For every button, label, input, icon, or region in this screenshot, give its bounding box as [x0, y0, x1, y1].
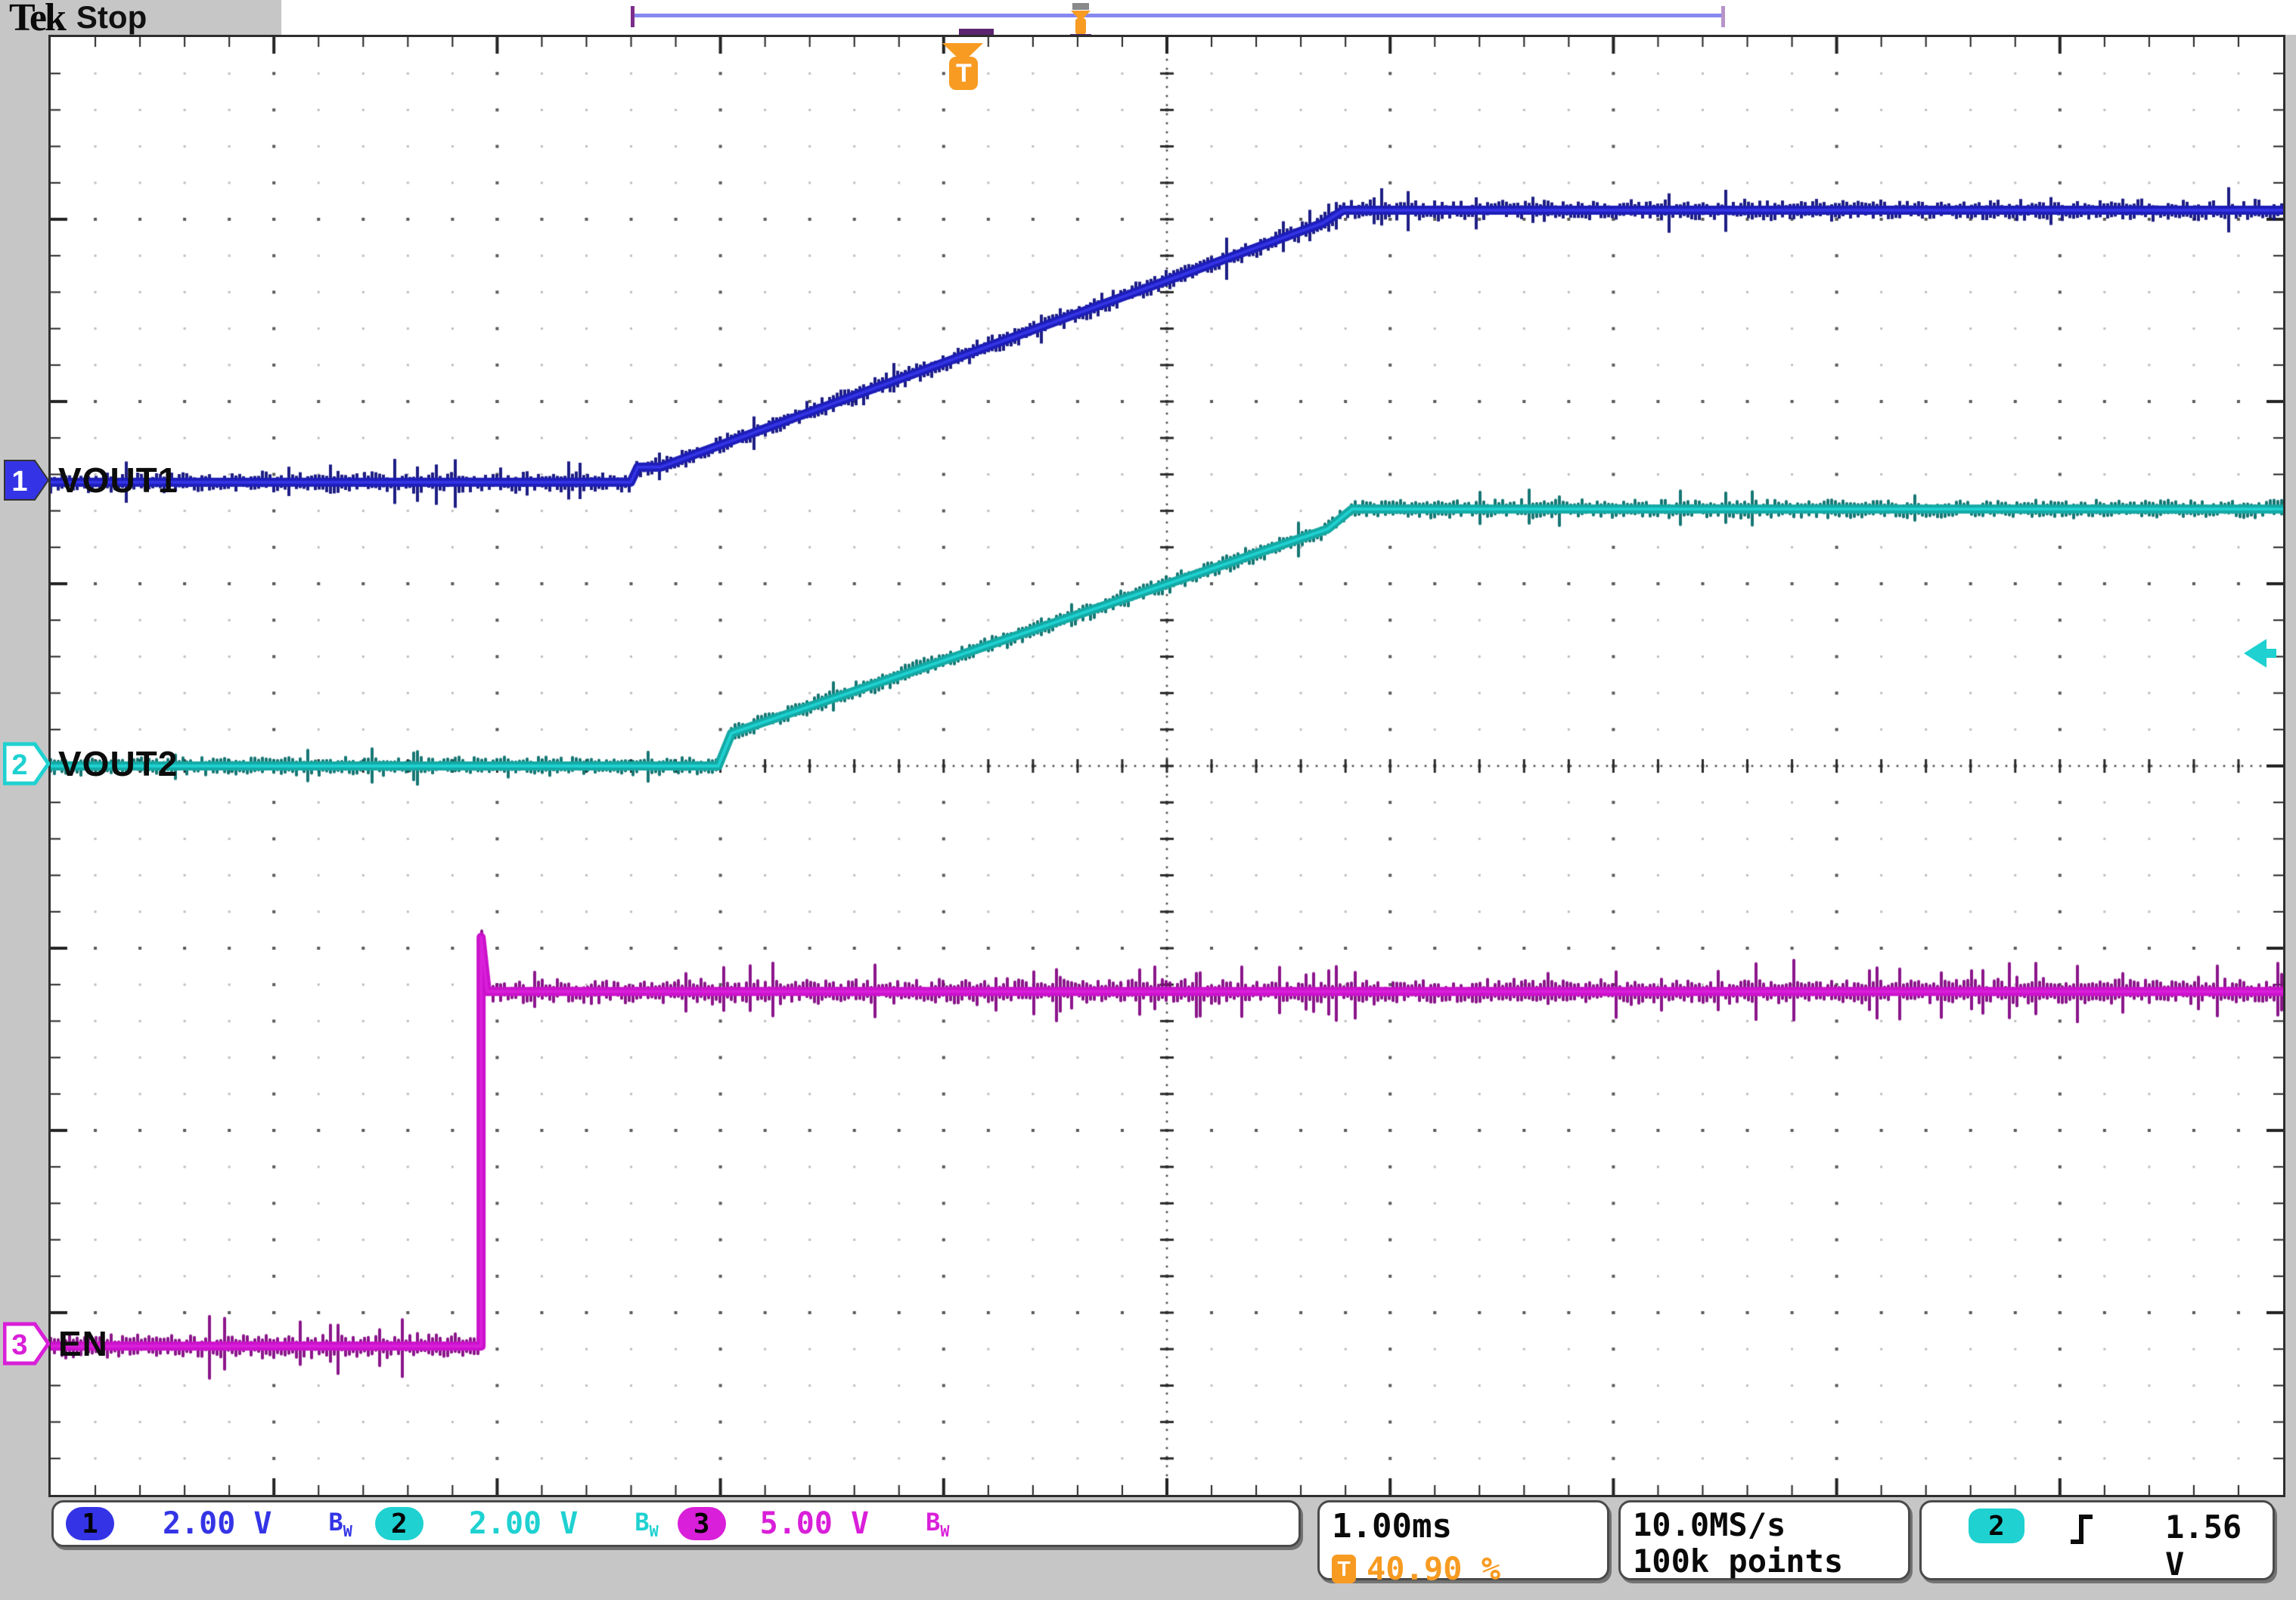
channel1-badge: 1 — [66, 1507, 114, 1540]
timebase-readout: 1.00ms T 40.90 % — [1317, 1500, 1609, 1580]
oscilloscope-screen: Tek Stop T VOUT1 VOUT2 EN 1 2 3 1 — [0, 0, 2296, 1600]
channel1-position-marker[interactable]: 1 — [3, 458, 50, 502]
record-view-right-bracket — [1721, 6, 1725, 27]
channel1-scale: 2.00 V — [163, 1506, 272, 1541]
tek-logo: Tek — [9, 0, 64, 40]
waveform-canvas — [51, 37, 2283, 1495]
trigger-point-dash — [959, 29, 994, 35]
channel1-bandwidth-icon: BW — [329, 1508, 352, 1540]
trigger-readout: 2 1.56 V — [1919, 1500, 2275, 1580]
record-trigger-position-icon[interactable] — [1069, 2, 1092, 38]
channel3-badge: 3 — [678, 1507, 726, 1540]
trigger-t-icon: T — [1332, 1555, 1356, 1583]
channel3-bandwidth-icon: BW — [926, 1508, 949, 1540]
svg-text:2: 2 — [11, 749, 27, 781]
record-view-left-bracket — [631, 6, 635, 27]
trigger-stem-icon — [1075, 18, 1086, 35]
record-length: 100k points — [1633, 1543, 1908, 1580]
top-status-strip: Tek Stop — [0, 0, 2296, 35]
trace-label-vout2: VOUT2 — [58, 743, 178, 784]
channel3-position-marker[interactable]: 3 — [3, 1322, 50, 1366]
channel3-scale: 5.00 V — [760, 1506, 870, 1541]
trigger-level-marker-icon[interactable] — [2244, 637, 2277, 670]
channel2-badge: 2 — [375, 1507, 424, 1540]
expansion-marker-icon — [1072, 3, 1089, 10]
waveform-display: T VOUT1 VOUT2 EN — [48, 35, 2285, 1497]
sample-rate: 10.0MS/s — [1633, 1507, 1908, 1543]
channel-readout-bar: 1 2.00 V BW 2 2.00 V BW 3 5.00 V BW — [51, 1500, 1301, 1547]
channel2-position-marker[interactable]: 2 — [3, 742, 50, 786]
record-view-bar — [634, 14, 1723, 17]
timebase-scale: 1.00ms — [1332, 1507, 1607, 1546]
channel2-scale: 2.00 V — [469, 1506, 579, 1541]
run-stop-status: Stop — [76, 0, 147, 36]
trigger-position-percent: 40.90 % — [1367, 1550, 1500, 1587]
svg-text:1: 1 — [11, 466, 27, 498]
channel2-bandwidth-icon: BW — [635, 1508, 658, 1540]
acquisition-readout: 10.0MS/s 100k points — [1618, 1500, 1910, 1580]
acquisition-status: Tek Stop — [0, 0, 281, 35]
trigger-source-badge: 2 — [1969, 1509, 2025, 1543]
svg-text:3: 3 — [11, 1329, 27, 1361]
rising-edge-icon — [2065, 1510, 2099, 1548]
trigger-level: 1.56 V — [2165, 1509, 2273, 1583]
trigger-t-badge: T — [949, 57, 978, 90]
trace-label-vout1: VOUT1 — [58, 460, 178, 501]
trace-label-en: EN — [58, 1323, 108, 1364]
trigger-position-marker-icon[interactable]: T — [941, 40, 986, 98]
